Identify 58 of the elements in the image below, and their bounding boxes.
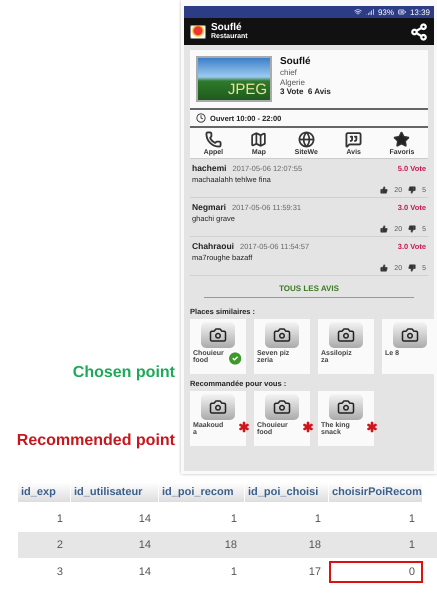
map-icon bbox=[250, 131, 268, 148]
camera-icon bbox=[265, 394, 299, 420]
column-header: id_utilisateur bbox=[71, 482, 159, 502]
annotation-label: Recommended point bbox=[16, 432, 175, 450]
table-cell-text: 1 bbox=[230, 512, 238, 526]
wifi-icon bbox=[354, 8, 362, 16]
table-cell-text: 1 bbox=[56, 512, 64, 526]
table-cell-text: 1 bbox=[230, 564, 238, 580]
column-header: id_poi_choisi bbox=[245, 482, 329, 502]
thumbs-up-icon[interactable] bbox=[380, 225, 388, 233]
battery-icon bbox=[398, 8, 406, 16]
table-cell-text: 2 bbox=[56, 538, 64, 553]
table-cell-text: 14 bbox=[138, 564, 152, 580]
review-author: hachemi bbox=[192, 163, 226, 173]
place-location: Algerie bbox=[280, 78, 306, 88]
share-icon[interactable] bbox=[410, 22, 428, 40]
clock-icon bbox=[196, 113, 206, 123]
app-logo bbox=[190, 24, 206, 38]
annotation-label: Chosen point bbox=[72, 364, 175, 382]
column-header: id_exp bbox=[18, 482, 71, 502]
table-cell-text: 3 bbox=[56, 564, 64, 580]
table-cell: 0 bbox=[329, 560, 423, 582]
table-cell-text: 18 bbox=[308, 538, 322, 553]
thumbs-down-icon[interactable] bbox=[408, 186, 416, 194]
all-reviews-button[interactable]: TOUS LES AVIS bbox=[204, 280, 414, 298]
place-name: Souflé bbox=[280, 56, 312, 68]
quote-icon bbox=[345, 131, 362, 148]
thumbs-up-icon[interactable] bbox=[380, 186, 388, 194]
table-cell-text: 14 bbox=[138, 512, 152, 526]
thumbs-down-icon[interactable] bbox=[408, 264, 416, 272]
table-cell-text: 1 bbox=[408, 512, 416, 526]
column-header: choisirPoiRecom bbox=[329, 482, 423, 502]
table-cell-text: 1 bbox=[408, 538, 416, 553]
camera-icon bbox=[265, 322, 299, 348]
star-icon bbox=[393, 131, 410, 148]
globe-icon bbox=[298, 131, 315, 148]
camera-icon bbox=[393, 322, 427, 348]
camera-icon bbox=[329, 322, 363, 348]
table-cell-text: 17 bbox=[308, 564, 322, 580]
phone-icon bbox=[204, 131, 222, 148]
review-author: Negmari bbox=[192, 202, 226, 212]
table-cell-text: 1 bbox=[314, 512, 322, 526]
thumbs-up-icon[interactable] bbox=[380, 264, 388, 272]
clock: 13:39 bbox=[410, 8, 430, 16]
table-cell-text: 14 bbox=[138, 538, 152, 553]
image-label: JPEG bbox=[228, 81, 267, 98]
table-cell-text: 18 bbox=[224, 538, 238, 553]
camera-icon bbox=[201, 394, 235, 420]
app-title: Souflé bbox=[211, 23, 243, 33]
thumbs-down-icon[interactable] bbox=[408, 225, 416, 233]
camera-icon bbox=[201, 322, 235, 348]
battery-level: 93% bbox=[378, 8, 394, 16]
camera-icon bbox=[329, 394, 363, 420]
place-category: chief bbox=[280, 68, 298, 78]
column-header: id_poi_recom bbox=[159, 482, 245, 502]
place-stats: 3 Vote 6 Avis bbox=[280, 87, 331, 97]
signal-icon bbox=[366, 8, 374, 16]
review-author: Chahraoui bbox=[192, 241, 234, 251]
